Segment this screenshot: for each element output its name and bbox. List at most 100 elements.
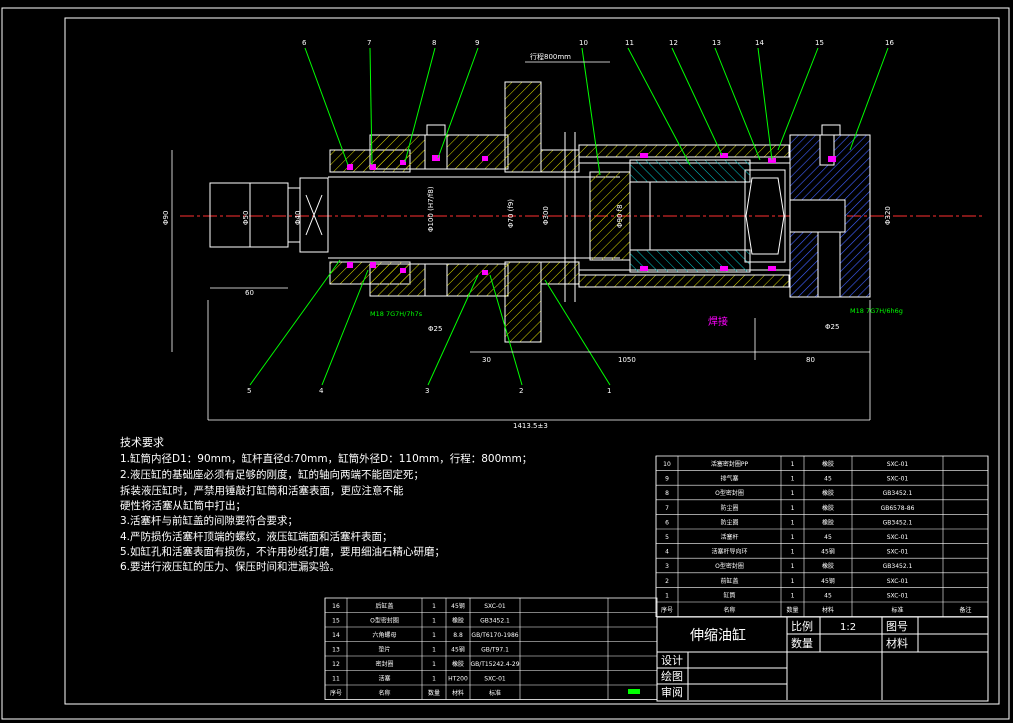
bom-cell: 45钢 <box>821 577 835 585</box>
bom-cell: 橡胶 <box>452 660 464 668</box>
bom-cell: GB3452.1 <box>883 490 913 497</box>
scale-value: 1:2 <box>840 622 856 633</box>
stroke-dimension: 行程800mm <box>530 52 571 61</box>
bom-cell: 1 <box>791 461 795 468</box>
tech-line: 拆装液压缸时，严禁用锤敲打缸筒和活塞表面，更应注意不能 <box>120 484 404 497</box>
qty-label: 数量 <box>791 637 813 650</box>
bom-cell: 橡胶 <box>452 617 464 625</box>
bom-cell: GB3452.1 <box>883 519 913 526</box>
bom-cell: 1 <box>791 505 795 512</box>
bom-cell: 45 <box>824 476 832 483</box>
bom-cell: 45 <box>824 534 832 541</box>
dim-1050: 1050 <box>618 356 636 364</box>
bom-cell: 14 <box>332 632 340 639</box>
bom-cell: 3 <box>665 563 669 570</box>
bom-cell: 1 <box>432 676 436 683</box>
material-label: 材料 <box>886 636 908 650</box>
tech-line: 硬性将活塞从缸筒中打出； <box>120 499 246 512</box>
bom-cell: 六角螺母 <box>372 631 396 639</box>
bom-cell: 活塞杆导向环 <box>711 548 747 556</box>
tech-line: 1.缸筒内径D1：90mm，缸杆直径d:70mm，缸筒外径D：110mm，行程：… <box>120 452 532 465</box>
bom-cell: O型密封圈 <box>715 489 744 497</box>
bom-header: 材料 <box>822 606 834 614</box>
bom-header: 标准 <box>489 689 501 697</box>
dim-80: 80 <box>806 356 815 364</box>
bom-cell: GB3452.1 <box>480 618 510 625</box>
bom-header: 名称 <box>723 606 735 614</box>
bom-cell: 12 <box>332 661 340 668</box>
bom-cell: 45 <box>824 592 832 599</box>
leader-number: 9 <box>475 39 479 47</box>
bom-cell: 45钢 <box>451 602 465 610</box>
bom-table-right: 10 活塞密封圈PP 1 橡胶 SXC-019 排气塞 1 45 SXC-018 O型密封圈 1 橡胶… <box>655 455 989 618</box>
drawing-title: 伸缩油缸 <box>690 627 746 644</box>
leader-number: 14 <box>755 39 764 47</box>
bom-cell: 1 <box>791 534 795 541</box>
bom-cell: 排气塞 <box>720 475 738 483</box>
bom-cell: 9 <box>665 476 669 483</box>
bom-cell: GB/T97.1 <box>481 647 509 654</box>
bom-cell: 1 <box>432 632 436 639</box>
bom-cell: 密封圈 <box>375 660 393 668</box>
bom-cell: 橡胶 <box>822 489 834 497</box>
port-right-label: M18 7G7H/6h6g <box>850 307 903 315</box>
title-block: 伸缩油缸 比例 1:2 图号 数量 材料 设计 绘图 审阅 <box>656 616 989 702</box>
bom-cell: 7 <box>665 505 669 512</box>
dim-phi-rod-end: Φ90 <box>162 211 170 225</box>
dim-total: 1413.5±3 <box>513 422 548 430</box>
bom-cell: 防尘圈 <box>720 518 738 526</box>
bom-cell: 13 <box>332 647 340 654</box>
bom-cell: 1 <box>432 647 436 654</box>
bom-header: 材料 <box>452 689 464 697</box>
bom-cell: 1 <box>791 519 795 526</box>
draw-label: 绘图 <box>661 669 683 683</box>
bom-cell: 1 <box>791 476 795 483</box>
leader-numbers-top: 6 7 8 9 10 11 12 13 14 15 16 <box>302 39 894 47</box>
bom-cell: 缸筒 <box>723 591 735 599</box>
scale-label: 比例 <box>791 619 813 633</box>
green-marker <box>628 689 640 694</box>
bom-cell: 前缸盖 <box>720 577 738 585</box>
dim-phi-outer: Φ320 <box>884 206 892 225</box>
bom-cell: 8 <box>665 490 669 497</box>
design-label: 设计 <box>661 654 683 667</box>
bom-cell: 45钢 <box>821 548 835 556</box>
dim-60: 60 <box>245 289 254 297</box>
tech-line: 6.要进行液压缸的压力、保压时间和泄漏实验。 <box>120 560 340 573</box>
bom-cell: 10 <box>663 461 671 468</box>
bom-cell: SXC-01 <box>484 603 506 610</box>
bom-cell: SXC-01 <box>887 476 909 483</box>
bom-cell: 防尘圈 <box>720 504 738 512</box>
bom-cell: 1 <box>432 603 436 610</box>
technical-requirements: 技术要求 1.缸筒内径D1：90mm，缸杆直径d:70mm，缸筒外径D：110m… <box>120 436 532 573</box>
tech-line: 3.活塞杆与前缸盖的间隙要符合要求； <box>120 514 298 527</box>
bom-cell: 1 <box>432 618 436 625</box>
bom-cell: 1 <box>791 578 795 585</box>
bom-cell: 2 <box>665 578 669 585</box>
leader-number: 15 <box>815 39 824 47</box>
tech-title: 技术要求 <box>120 436 164 449</box>
bom-table-left: 16 后缸盖 1 45钢 SXC-01 15 O型密封圈 1 橡胶 GB3452.1 14 六角螺母 1… <box>324 597 658 700</box>
bom-cell: 1 <box>791 490 795 497</box>
bom-cell: 后缸盖 <box>375 602 393 610</box>
bom-cell: 橡胶 <box>822 504 834 512</box>
leader-number: 13 <box>712 39 721 47</box>
bom-cell: 1 <box>791 592 795 599</box>
leader-number: 2 <box>519 387 523 395</box>
dim-phi-rod: Φ70 (f9) <box>507 199 515 228</box>
leader-number: 12 <box>669 39 678 47</box>
bom-cell: 8.8 <box>453 632 463 639</box>
leader-number: 6 <box>302 39 307 47</box>
leader-number: 4 <box>319 387 324 395</box>
bom-cell: 橡胶 <box>822 562 834 570</box>
bom-cell: SXC-01 <box>887 534 909 541</box>
leader-number: 16 <box>885 39 894 47</box>
bom-header: 标准 <box>891 606 903 614</box>
bom-cell: 活塞 <box>378 675 390 683</box>
leader-numbers-bottom: 5 4 3 2 1 <box>247 387 611 395</box>
bom-cell: 活塞杆 <box>720 533 738 541</box>
bom-cell: SXC-01 <box>484 676 506 683</box>
leader-number: 8 <box>432 39 436 47</box>
bom-header: 序号 <box>330 689 342 697</box>
bom-header: 数量 <box>428 689 440 697</box>
